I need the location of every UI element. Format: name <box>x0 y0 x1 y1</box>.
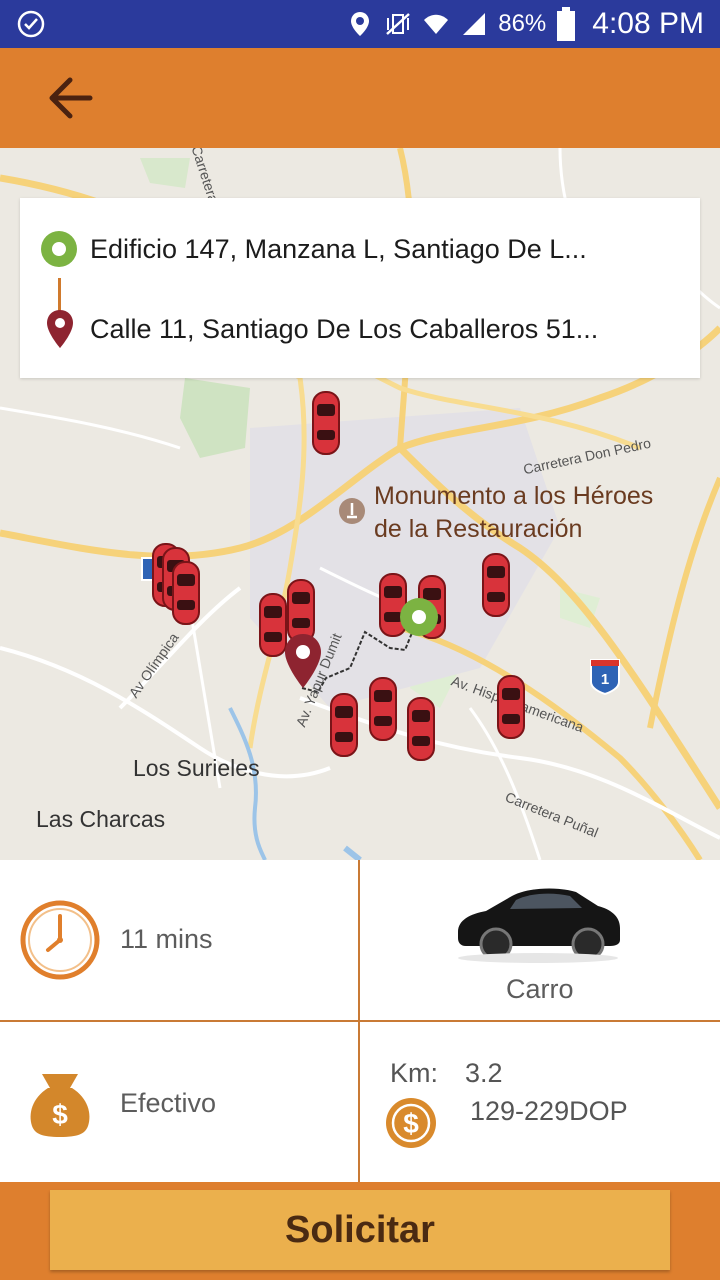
origin-map-marker-icon[interactable] <box>398 596 440 638</box>
arrow-left-icon[interactable] <box>40 70 110 126</box>
route-card: Edificio 147, Manzana L, Santiago De L..… <box>20 198 700 378</box>
vibrate-mute-icon <box>386 13 411 35</box>
location-icon <box>351 12 370 36</box>
car-image[interactable] <box>452 874 624 964</box>
origin-address: Edificio 147, Manzana L, Santiago De L..… <box>90 233 587 264</box>
duration-value: 11 mins <box>120 924 213 954</box>
car-marker-icon[interactable] <box>481 552 511 618</box>
svg-text:$: $ <box>403 1108 419 1139</box>
car-marker-icon[interactable] <box>311 390 341 456</box>
distance-label: Km: <box>390 1058 439 1088</box>
status-bar: 86% 4:08 PM <box>0 0 720 48</box>
poi-label-line1: Monumento a los Héroes <box>374 482 654 510</box>
signal-icon <box>463 13 486 35</box>
dollar-coin-icon: $ <box>386 1098 436 1148</box>
destination-address: Calle 11, Santiago De Los Caballeros 51.… <box>90 313 599 344</box>
place-label-las-charcas: Las Charcas <box>36 806 166 832</box>
distance-value: 3.2 <box>465 1058 503 1088</box>
toolbar <box>0 48 720 148</box>
highway-shield-number: 1 <box>601 671 609 688</box>
poi-label-line2: de la Restauración <box>374 515 583 543</box>
car-marker-icon[interactable] <box>329 692 359 758</box>
origin-row[interactable]: Edificio 147, Manzana L, Santiago De L..… <box>20 224 700 274</box>
battery-percent: 86% <box>498 10 547 37</box>
clock: 4:08 PM <box>592 7 704 40</box>
car-marker-icon[interactable] <box>406 696 436 762</box>
place-label-los-surieles: Los Surieles <box>133 755 260 781</box>
money-bag-icon: $ <box>30 1074 90 1137</box>
battery-icon <box>557 7 576 41</box>
bottom-action-bar: Solicitar <box>0 1182 720 1280</box>
car-marker-icon[interactable] <box>496 674 526 740</box>
car-marker-icon[interactable] <box>368 676 398 742</box>
check-circle-icon <box>17 10 45 38</box>
vehicle-type-label: Carro <box>506 974 574 1004</box>
payment-method[interactable]: Efectivo <box>120 1088 216 1119</box>
destination-row[interactable]: Calle 11, Santiago De Los Caballeros 51.… <box>20 304 700 354</box>
svg-text:$: $ <box>52 1099 68 1130</box>
wifi-icon <box>424 14 449 34</box>
destination-pin-icon <box>47 310 73 348</box>
car-marker-icon[interactable] <box>171 560 201 626</box>
destination-map-marker-icon[interactable] <box>283 632 323 690</box>
clock-icon <box>20 900 100 980</box>
origin-dot-icon <box>41 231 77 267</box>
grid-divider-horizontal <box>0 1020 720 1022</box>
request-button[interactable]: Solicitar <box>50 1190 670 1270</box>
trip-info-grid: 11 mins Carro $ Efectivo Km: 3.2 $ 129-2… <box>0 860 720 1182</box>
fare-range: 129-229DOP <box>470 1096 628 1126</box>
